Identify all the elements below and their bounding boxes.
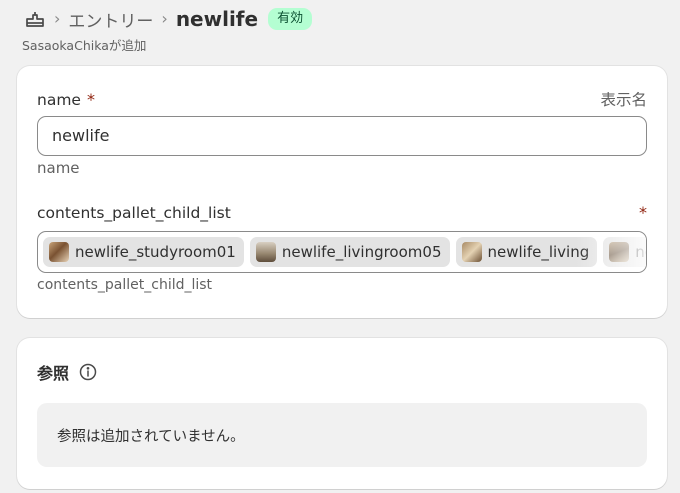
name-field-label: name [37,90,81,109]
entry-thumbnail-icon [461,242,482,262]
references-empty-state: 参照は追加されていません。 [37,403,647,467]
chevron-right-icon: › [54,8,61,28]
page-subtitle: SasaokaChikaが追加 [22,38,147,53]
status-badge: 有効 [268,8,313,30]
contents-field-label: contents_pallet_child_list [37,203,231,222]
name-field-header: name * 表示名 [37,88,647,110]
required-mark: * [639,203,647,222]
references-header: 参照 [37,360,97,384]
breadcrumb: › エントリー › newlife 有効 [22,5,658,33]
references-card: 参照 参照は追加されていません。 [17,338,667,489]
entry-thumbnail-icon [609,242,630,262]
page-title: newlife [175,7,259,31]
name-help-text: name [37,159,80,177]
contents-list-input[interactable]: newlife_studyroom01 newlife_livingroom05… [37,231,647,273]
entry-thumbnail-icon [49,242,69,262]
required-mark: * [86,89,95,109]
chevron-right-icon: › [161,8,168,28]
chip-label: newlif [635,243,646,261]
page-header: › エントリー › newlife 有効 SasaokaChikaが追加 [22,5,658,54]
contents-field-header: contents_pallet_child_list * [37,203,647,222]
chip-label: newlife_livingroom05 [281,243,442,261]
metaobject-home-icon[interactable] [24,8,46,30]
breadcrumb-entries-link[interactable]: エントリー [68,7,153,32]
chip-label: newlife_living [487,243,590,261]
contents-help-text: contents_pallet_child_list [37,277,213,293]
reference-chip[interactable]: newlif [603,237,646,267]
entry-thumbnail-icon [255,242,276,262]
display-name-label: 表示名 [600,91,647,109]
entry-fields-card: name * 表示名 newlife name contents_pallet_c… [17,66,667,318]
reference-chip[interactable]: newlife_livingroom05 [249,237,450,267]
reference-chip[interactable]: newlife_living [455,237,598,267]
reference-chip[interactable]: newlife_studyroom01 [43,237,244,267]
name-input[interactable]: newlife [37,116,647,156]
references-title: 参照 [37,364,70,383]
chip-label: newlife_studyroom01 [75,243,236,261]
info-icon[interactable] [79,363,97,381]
